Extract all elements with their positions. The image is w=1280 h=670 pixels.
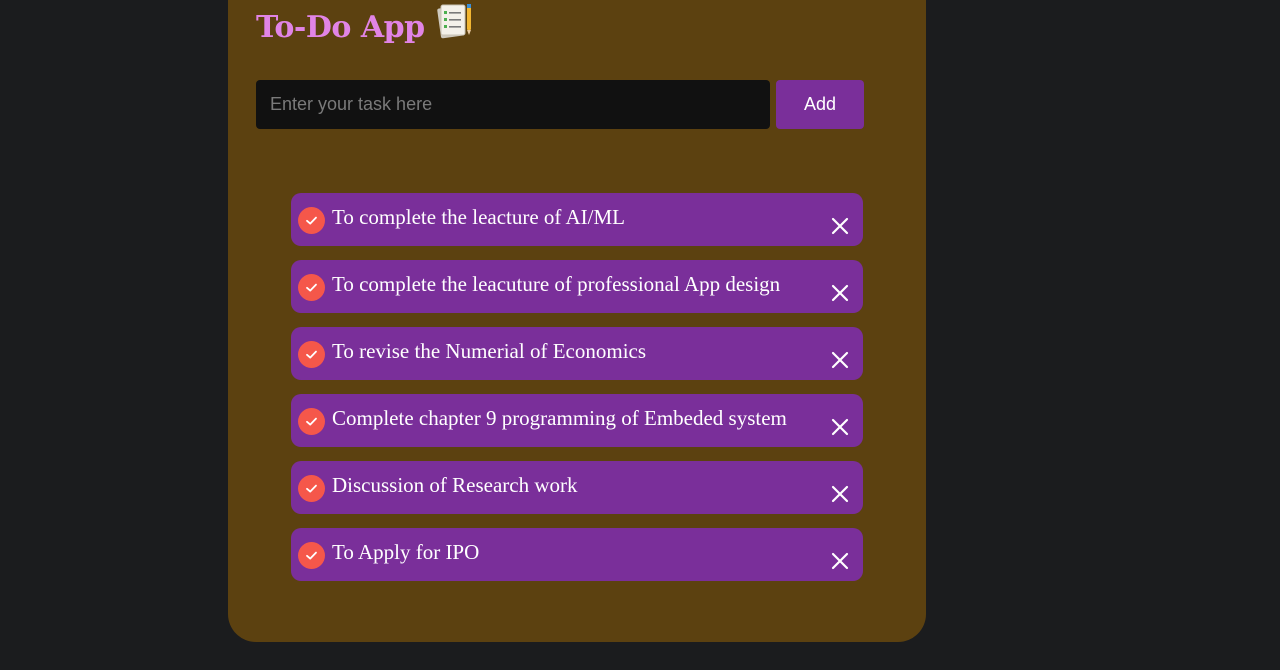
task-text: To revise the Numerial of Economics	[332, 339, 647, 363]
check-circle-icon[interactable]	[298, 274, 325, 301]
task-text: Complete chapter 9 programming of Embede…	[332, 406, 787, 430]
task-item[interactable]: To complete the leacuture of professiona…	[291, 260, 863, 313]
task-item[interactable]: Complete chapter 9 programming of Embede…	[291, 394, 863, 447]
task-text: To Apply for IPO	[332, 540, 480, 564]
task-input[interactable]	[256, 80, 770, 129]
task-item[interactable]: To revise the Numerial of Economics	[291, 327, 863, 380]
close-icon[interactable]	[831, 552, 849, 570]
check-circle-icon[interactable]	[298, 341, 325, 368]
header: To-Do App	[256, 2, 475, 52]
task-input-row: Add	[256, 80, 864, 129]
add-button[interactable]: Add	[776, 80, 864, 129]
task-item[interactable]: To complete the leacture of AI/ML	[291, 193, 863, 246]
task-text: To complete the leacture of AI/ML	[332, 205, 626, 229]
check-circle-icon[interactable]	[298, 475, 325, 502]
close-icon[interactable]	[831, 284, 849, 302]
close-icon[interactable]	[831, 217, 849, 235]
notepad-checklist-icon	[435, 1, 475, 41]
task-item[interactable]: Discussion of Research work	[291, 461, 863, 514]
check-circle-icon[interactable]	[298, 542, 325, 569]
task-text: Discussion of Research work	[332, 473, 578, 497]
task-item[interactable]: To Apply for IPO	[291, 528, 863, 581]
close-icon[interactable]	[831, 485, 849, 503]
check-circle-icon[interactable]	[298, 408, 325, 435]
close-icon[interactable]	[831, 351, 849, 369]
close-icon[interactable]	[831, 418, 849, 436]
app-title: To-Do App	[256, 9, 425, 45]
check-circle-icon[interactable]	[298, 207, 325, 234]
task-list: To complete the leacture of AI/ML To com…	[291, 193, 863, 595]
task-text: To complete the leacuture of professiona…	[332, 272, 781, 296]
